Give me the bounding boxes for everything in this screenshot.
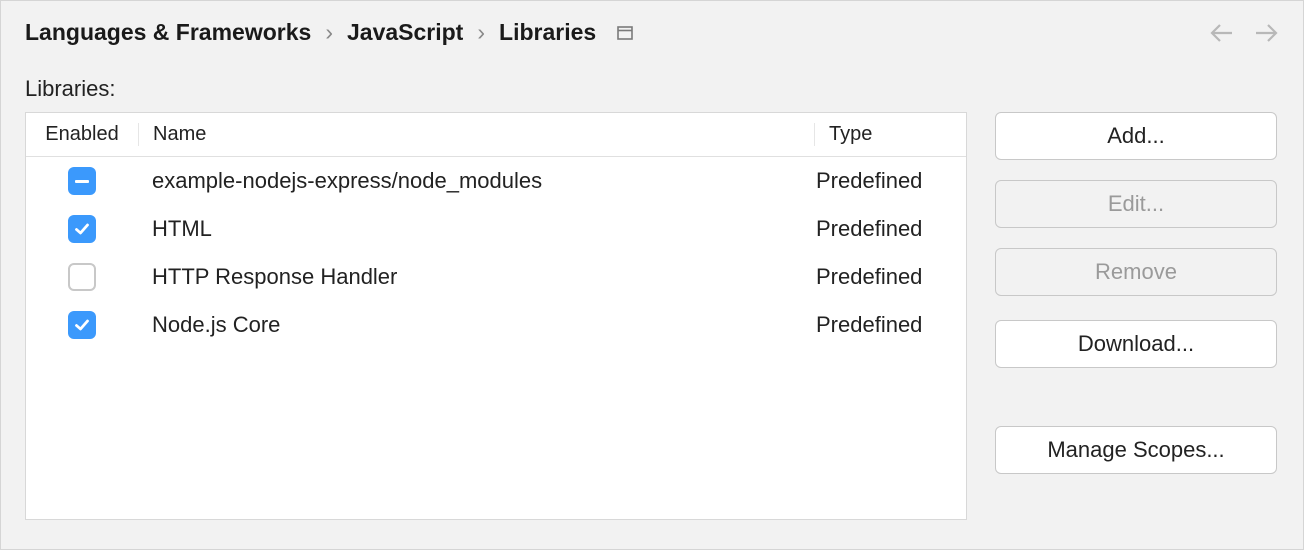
table-row[interactable]: Node.js CorePredefined (26, 301, 966, 349)
library-name: example-nodejs-express/node_modules (138, 168, 814, 194)
library-type: Predefined (814, 168, 966, 194)
download-button[interactable]: Download... (995, 320, 1277, 368)
breadcrumb: Languages & Frameworks › JavaScript › Li… (25, 19, 634, 46)
library-name: HTML (138, 216, 814, 242)
remove-button[interactable]: Remove (995, 248, 1277, 296)
library-name: HTTP Response Handler (138, 264, 814, 290)
libraries-table: Enabled Name Type example-nodejs-express… (25, 112, 967, 520)
enabled-checkbox[interactable] (68, 167, 96, 195)
col-header-name[interactable]: Name (138, 123, 814, 146)
col-header-enabled[interactable]: Enabled (26, 123, 138, 146)
forward-icon[interactable] (1253, 22, 1279, 44)
enabled-checkbox[interactable] (68, 311, 96, 339)
breadcrumb-part-3[interactable]: Libraries (499, 19, 596, 46)
breadcrumb-part-2[interactable]: JavaScript (347, 19, 463, 46)
breadcrumb-part-1[interactable]: Languages & Frameworks (25, 19, 311, 46)
add-button[interactable]: Add... (995, 112, 1277, 160)
library-type: Predefined (814, 264, 966, 290)
manage-scopes-button[interactable]: Manage Scopes... (995, 426, 1277, 474)
library-name: Node.js Core (138, 312, 814, 338)
edit-button[interactable]: Edit... (995, 180, 1277, 228)
table-row[interactable]: example-nodejs-express/node_modulesPrede… (26, 157, 966, 205)
table-row[interactable]: HTMLPredefined (26, 205, 966, 253)
library-type: Predefined (814, 312, 966, 338)
table-row[interactable]: HTTP Response HandlerPredefined (26, 253, 966, 301)
col-header-type[interactable]: Type (814, 123, 966, 146)
window-icon[interactable] (616, 25, 634, 41)
library-type: Predefined (814, 216, 966, 242)
back-icon[interactable] (1209, 22, 1235, 44)
chevron-right-icon: › (325, 19, 333, 46)
enabled-checkbox[interactable] (68, 215, 96, 243)
enabled-checkbox[interactable] (68, 263, 96, 291)
section-label: Libraries: (25, 76, 967, 102)
chevron-right-icon: › (477, 19, 485, 46)
